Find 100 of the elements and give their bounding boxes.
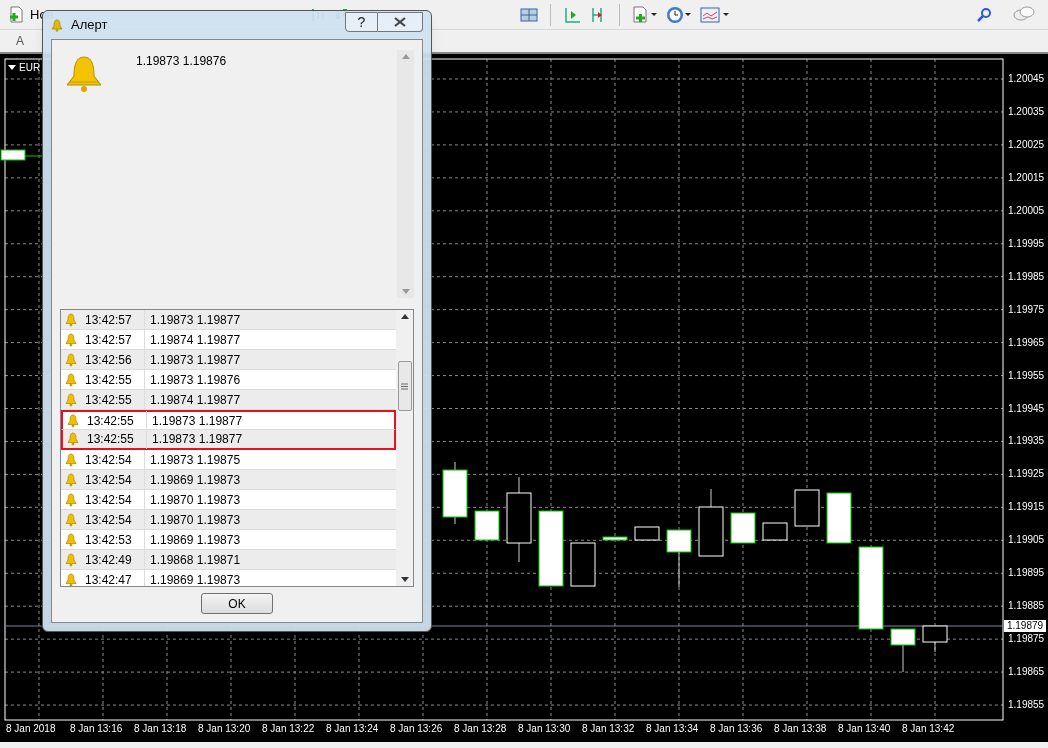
- current-price-label: 1.19879: [1004, 620, 1046, 632]
- bell-icon: [65, 532, 77, 547]
- bell-icon: [65, 512, 77, 527]
- alert-row[interactable]: 13:42:49 1.19868 1.19871: [61, 550, 396, 570]
- alert-text: 1.19873 1.19875: [150, 451, 241, 469]
- bell-icon: [51, 18, 63, 32]
- candlestick: [666, 529, 692, 588]
- alert-row[interactable]: 13:42:54 1.19873 1.19875: [61, 450, 396, 470]
- alert-text: 1.19874 1.19877: [150, 391, 241, 409]
- price-tick: 1.19995: [1008, 237, 1045, 250]
- dropdown-icon[interactable]: [8, 65, 16, 70]
- time-tick: 8 Jan 13:32: [582, 723, 635, 735]
- search-icon[interactable]: [976, 6, 992, 23]
- text-tool-button[interactable]: A: [16, 32, 24, 50]
- bell-icon: [65, 352, 77, 367]
- alert-row[interactable]: 13:42:54 1.19870 1.19873: [61, 490, 396, 510]
- scrollbar-thumb[interactable]: [397, 361, 412, 411]
- price-tick: 1.19985: [1008, 270, 1045, 283]
- price-tick: 1.20035: [1008, 105, 1045, 118]
- price-tick: 1.19855: [1008, 699, 1045, 712]
- candlestick: [698, 488, 724, 557]
- price-tick: 1.20025: [1008, 138, 1045, 151]
- alert-row[interactable]: 13:42:55 1.19873 1.19877: [61, 410, 396, 430]
- alert-row[interactable]: 13:42:57 1.19873 1.19877: [61, 310, 396, 330]
- alert-row[interactable]: 13:42:57 1.19874 1.19877: [61, 330, 396, 350]
- alert-text: 1.19873 1.19877: [152, 431, 243, 448]
- price-tick: 1.19945: [1008, 402, 1045, 415]
- tile-windows-icon[interactable]: [519, 6, 538, 23]
- alert-time: 13:42:56: [85, 351, 132, 369]
- help-button[interactable]: ?: [345, 12, 378, 32]
- alert-time: 13:42:57: [85, 311, 132, 329]
- bell-icon: [65, 392, 77, 407]
- alert-text: 1.19873 1.19877: [150, 311, 241, 329]
- candlestick: [602, 536, 628, 541]
- price-tick: 1.20015: [1008, 171, 1045, 184]
- alert-row[interactable]: 13:42:53 1.19869 1.19873: [61, 530, 396, 550]
- clock-icon[interactable]: [665, 5, 692, 24]
- time-tick: 8 Jan 13:18: [134, 723, 187, 735]
- bell-icon: [65, 492, 77, 507]
- time-tick: 8 Jan 13:24: [326, 723, 379, 735]
- bell-icon: [65, 472, 77, 487]
- price-tick: 1.19865: [1008, 666, 1045, 679]
- alert-time: 13:42:55: [85, 371, 132, 389]
- candlestick: [0, 149, 26, 161]
- price-tick: 1.19885: [1008, 600, 1045, 613]
- alert-time: 13:42:54: [85, 511, 132, 529]
- ok-button[interactable]: OK: [201, 593, 273, 614]
- candlestick: [762, 522, 788, 541]
- alert-row[interactable]: 13:42:55 1.19873 1.19876: [61, 370, 396, 390]
- alert-time: 13:42:57: [85, 331, 132, 349]
- alert-row[interactable]: 13:42:55 1.19874 1.19877: [61, 390, 396, 410]
- alert-time: 13:42:53: [85, 531, 132, 549]
- chart-shift-icon[interactable]: [562, 5, 581, 24]
- alert-text: 1.19874 1.19877: [150, 331, 241, 349]
- symbol-label: EUR: [19, 61, 41, 75]
- price-tick: 1.19875: [1008, 633, 1045, 646]
- alert-time: 13:42:55: [85, 391, 132, 409]
- alert-row[interactable]: 13:42:54 1.19869 1.19873: [61, 470, 396, 490]
- scroll-down-icon[interactable]: [400, 577, 409, 582]
- candlestick: [890, 628, 916, 673]
- price-tick: 1.19975: [1008, 303, 1045, 316]
- alert-text: 1.19870 1.19873: [150, 511, 241, 529]
- document-plus-icon: [8, 5, 26, 24]
- alert-text: 1.19873 1.19877: [150, 351, 241, 369]
- alert-row[interactable]: 13:42:56 1.19873 1.19877: [61, 350, 396, 370]
- candlestick: [474, 510, 500, 541]
- price-tick: 1.19935: [1008, 435, 1045, 448]
- candlestick: [922, 625, 948, 653]
- price-tick: 1.20045: [1008, 73, 1045, 85]
- price-tick: 1.19905: [1008, 534, 1045, 547]
- scrollbar[interactable]: [396, 310, 413, 586]
- candlestick: [442, 461, 468, 525]
- time-tick: 8 Jan 13:16: [70, 723, 123, 735]
- alert-text: 1.19873 1.19876: [150, 371, 241, 389]
- alert-time: 13:42:49: [85, 551, 132, 569]
- time-tick: 8 Jan 13:28: [454, 723, 507, 735]
- price-tick: 1.19915: [1008, 501, 1045, 514]
- alert-text: 1.19869 1.19873: [150, 571, 241, 586]
- alert-text: 1.19869 1.19873: [150, 531, 241, 549]
- candlestick: [730, 512, 756, 544]
- grip-icon: [401, 382, 408, 390]
- dialog-title: Алерт: [71, 16, 108, 35]
- alert-text: 1.19869 1.19873: [150, 471, 241, 489]
- bell-icon: [65, 372, 77, 387]
- alert-row[interactable]: 13:42:54 1.19870 1.19873: [61, 510, 396, 530]
- bell-icon: [67, 432, 79, 446]
- alert-time: 13:42:54: [85, 451, 132, 469]
- time-tick: 8 Jan 13:40: [838, 723, 891, 735]
- candlestick: [826, 492, 852, 544]
- chat-icon[interactable]: [1012, 5, 1036, 24]
- candlestick: [794, 489, 820, 527]
- price-tick: 1.20005: [1008, 204, 1045, 217]
- close-button[interactable]: [378, 12, 423, 32]
- time-tick: 8 Jan 13:30: [518, 723, 571, 735]
- alert-time: 13:42:54: [85, 491, 132, 509]
- candlestick: [634, 526, 660, 541]
- scroll-up-icon[interactable]: [400, 314, 409, 319]
- time-tick: 8 Jan 13:22: [262, 723, 315, 735]
- alert-row[interactable]: 13:42:55 1.19873 1.19877: [61, 430, 396, 450]
- alert-time: 13:42:47: [85, 571, 132, 586]
